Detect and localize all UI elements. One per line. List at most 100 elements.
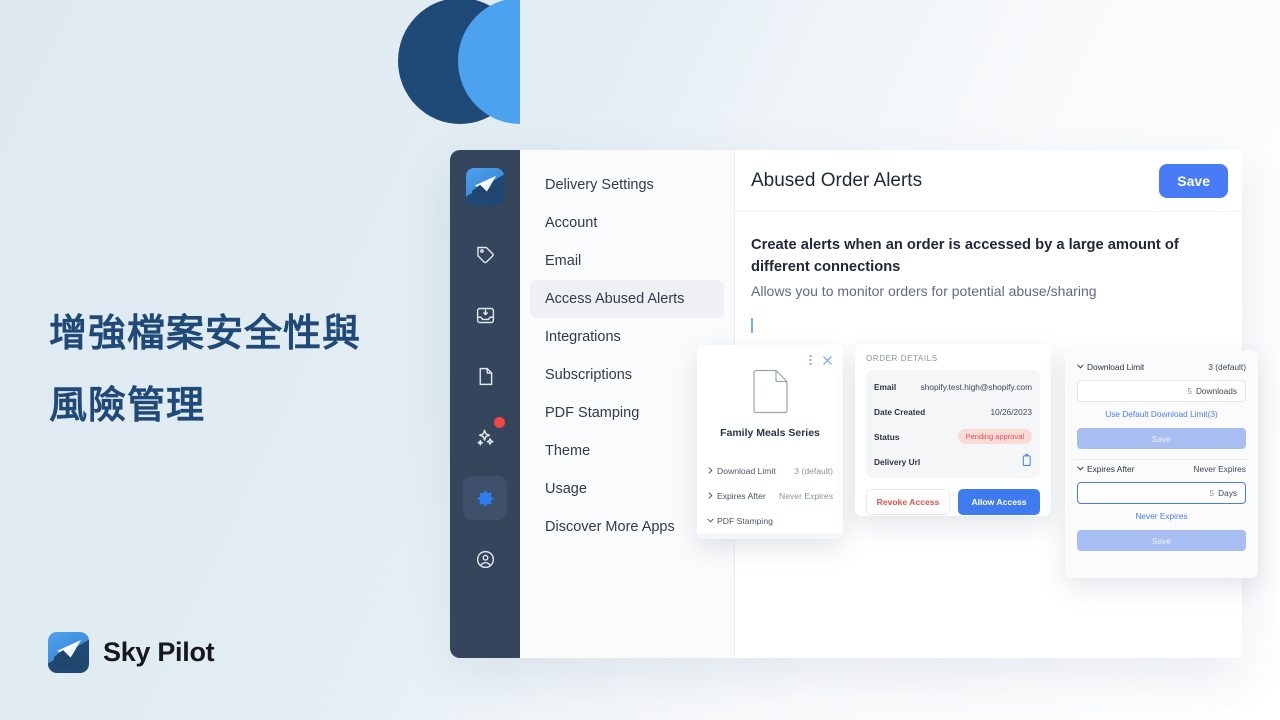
order-details-table: Email shopify.test.high@shopify.com Date… [866, 370, 1040, 478]
allow-access-button[interactable]: Allow Access [958, 489, 1040, 515]
file-row-download-limit[interactable]: Download Limit 3 (default) [697, 458, 843, 483]
rail-item-downloads[interactable] [463, 293, 507, 337]
sidebar-item-access-abused-alerts[interactable]: Access Abused Alerts [530, 280, 724, 318]
header-label: Expires After [1087, 464, 1135, 474]
order-row-email: Email shopify.test.high@shopify.com [874, 374, 1032, 399]
nav-label: PDF Stamping [545, 405, 640, 421]
sidebar-item-discover-more-apps[interactable]: Discover More Apps [530, 508, 724, 546]
row-label: Expires After [717, 490, 766, 501]
rail-item-documents[interactable] [463, 354, 507, 398]
order-row-status: Status Pending approval [874, 424, 1032, 449]
save-button[interactable]: Save [1159, 163, 1228, 198]
nav-label: Email [545, 253, 582, 269]
order-actions: Revoke Access Allow Access [866, 489, 1040, 515]
input-unit: Days [1218, 488, 1237, 498]
download-limit-header[interactable]: Download Limit 3 (default) [1077, 362, 1246, 372]
nav-label: Integrations [545, 329, 621, 345]
user-circle-icon [475, 549, 496, 570]
main-header: Abused Order Alerts Save [735, 150, 1242, 212]
file-row-expires-after[interactable]: Expires After Never Expires [697, 483, 843, 508]
download-limit-section: Download Limit 3 (default) 5 Downloads U… [1074, 358, 1249, 457]
nav-label: Access Abused Alerts [545, 291, 685, 307]
row-label: Email [874, 381, 897, 392]
expires-after-save-button[interactable]: Save [1077, 530, 1246, 551]
revoke-access-button[interactable]: Revoke Access [866, 489, 950, 515]
kebab-menu-icon[interactable] [806, 353, 815, 371]
row-value: 3 (default) [794, 465, 833, 476]
row-value: shopify.test.high@shopify.com [920, 381, 1032, 392]
nav-label: Subscriptions [545, 367, 633, 383]
row-label-wrap: Download Limit [707, 466, 776, 476]
limits-card: Download Limit 3 (default) 5 Downloads U… [1065, 350, 1258, 578]
order-details-title: ORDER DETAILS [866, 354, 938, 363]
input-value: 5 [1209, 488, 1215, 498]
header-label-wrap: Expires After [1077, 464, 1134, 474]
chevron-right-icon [707, 491, 714, 501]
document-icon [475, 366, 496, 387]
paper-plane-icon [48, 632, 89, 673]
sparkles-icon [474, 426, 497, 449]
sidebar-item-theme[interactable]: Theme [530, 432, 724, 470]
headline-line-2: 風險管理 [49, 385, 206, 428]
sidebar-item-account[interactable]: Account [530, 204, 724, 242]
tag-icon [475, 244, 496, 265]
header-value: Never Expires [1193, 464, 1246, 474]
page-title: Abused Order Alerts [751, 169, 923, 191]
inbox-download-icon [475, 305, 496, 326]
order-row-delivery-url: Delivery Url [874, 449, 1032, 474]
use-default-download-limit-link[interactable]: Use Default Download Limit(3) [1077, 409, 1246, 419]
row-value: Never Expires [779, 490, 833, 501]
input-value: 5 [1187, 386, 1192, 396]
order-details-card: ORDER DETAILS Email shopify.test.high@sh… [855, 344, 1051, 516]
row-label: Download Limit [717, 465, 776, 476]
status-badge: Pending approval [957, 429, 1032, 444]
rail-item-account[interactable] [463, 537, 507, 581]
expires-after-header[interactable]: Expires After Never Expires [1077, 464, 1246, 474]
nav-label: Usage [545, 481, 587, 497]
brand-lockup: Sky Pilot [48, 632, 215, 673]
sidebar-item-pdf-stamping[interactable]: PDF Stamping [530, 394, 724, 432]
input-unit: Downloads [1195, 386, 1237, 396]
download-limit-input[interactable]: 5 Downloads [1077, 380, 1246, 402]
never-expires-link[interactable]: Never Expires [1077, 511, 1246, 521]
expires-after-section: Expires After Never Expires 5 Days Never… [1074, 460, 1249, 559]
header-label: Download Limit [1087, 362, 1145, 372]
chevron-down-icon [707, 516, 714, 526]
brand-name: Sky Pilot [103, 637, 215, 667]
row-label-wrap: Expires After [707, 491, 766, 501]
header-value: 3 (default) [1208, 362, 1246, 372]
file-row-stamp-toggle[interactable]: Stamp this PDF [697, 533, 843, 539]
row-label: Date Created [874, 406, 926, 417]
row-value: 10/26/2023 [990, 406, 1032, 417]
expires-after-input[interactable]: 5 Days [1077, 482, 1246, 504]
file-card-tools [697, 345, 843, 371]
rail-item-tag[interactable] [463, 232, 507, 276]
chevron-down-icon [1077, 464, 1084, 474]
file-name: Family Meals Series [720, 427, 820, 439]
main-body: Create alerts when an order is accessed … [735, 212, 1242, 334]
close-icon[interactable] [822, 353, 833, 371]
rail-item-settings[interactable] [463, 476, 507, 520]
document-outline-icon [697, 369, 843, 415]
sidebar-item-usage[interactable]: Usage [530, 470, 724, 508]
copy-icon[interactable] [1021, 454, 1032, 469]
chevron-down-icon [1077, 362, 1084, 372]
rail-app-logo[interactable] [466, 168, 504, 206]
nav-label: Theme [545, 443, 591, 459]
text-cursor [751, 318, 753, 334]
sidebar-item-delivery-settings[interactable]: Delivery Settings [530, 166, 724, 204]
file-row-pdf-stamping[interactable]: PDF Stamping [697, 508, 843, 533]
file-settings-rows: Download Limit 3 (default) Expires After… [697, 458, 843, 539]
row-label: PDF Stamping [717, 515, 773, 526]
sidebar-item-email[interactable]: Email [530, 242, 724, 280]
sidebar-item-subscriptions[interactable]: Subscriptions [530, 356, 724, 394]
marketing-headline: 增強檔案安全性與 風險管理 [49, 298, 449, 442]
sidebar-item-integrations[interactable]: Integrations [530, 318, 724, 356]
nav-label: Account [545, 215, 598, 231]
setting-title: Create alerts when an order is accessed … [751, 237, 1179, 276]
headline-line-1: 增強檔案安全性與 [49, 313, 362, 355]
download-limit-save-button[interactable]: Save [1077, 428, 1246, 449]
rail-item-magic[interactable] [463, 415, 507, 459]
gear-icon [475, 488, 496, 509]
row-label-wrap: PDF Stamping [707, 516, 773, 526]
